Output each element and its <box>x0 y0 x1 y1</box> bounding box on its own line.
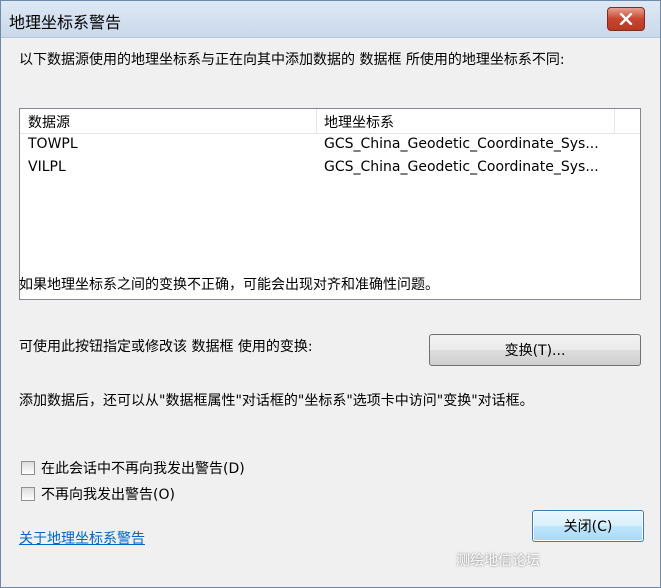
help-link[interactable]: 关于地理坐标系警告 <box>19 528 145 548</box>
transform-button-label: 变换(T)... <box>504 343 566 359</box>
dialog-body: 以下数据源使用的地理坐标系与正在向其中添加数据的 数据框 所使用的地理坐标系不同… <box>1 38 660 587</box>
close-button[interactable]: 关闭(C) <box>532 510 644 542</box>
cell-source: TOWPL <box>28 136 78 152</box>
transform-label: 可使用此按钮指定或修改该 数据框 使用的变换: <box>19 339 313 355</box>
intro-text: 以下数据源使用的地理坐标系与正在向其中添加数据的 数据框 所使用的地理坐标系不同… <box>19 52 565 68</box>
cell-gcs: GCS_China_Geodetic_Coordinate_Sys... <box>324 136 599 152</box>
window-title: 地理坐标系警告 <box>9 13 122 32</box>
close-window-button[interactable] <box>607 7 645 31</box>
table-row[interactable]: VILPL GCS_China_Geodetic_Coordinate_Sys.… <box>20 157 640 179</box>
watermark: 测绘地信论坛 <box>456 553 540 569</box>
checkbox-box[interactable] <box>21 487 35 501</box>
column-divider[interactable] <box>614 109 615 133</box>
dialog-window: 地理坐标系警告 以下数据源使用的地理坐标系与正在向其中添加数据的 数据框 所使用… <box>0 0 661 588</box>
close-button-label: 关闭(C) <box>563 519 613 535</box>
warning-text: 如果地理坐标系之间的变换不正确，可能会出现对齐和准确性问题。 <box>19 277 439 293</box>
checkbox-box[interactable] <box>21 461 35 475</box>
cell-gcs: GCS_China_Geodetic_Coordinate_Sys... <box>324 159 599 175</box>
list-header: 数据源 地理坐标系 <box>20 109 640 134</box>
cell-source: VILPL <box>28 159 66 175</box>
close-icon <box>619 13 633 25</box>
table-row[interactable]: TOWPL GCS_China_Geodetic_Coordinate_Sys.… <box>20 134 640 156</box>
column-divider[interactable] <box>316 109 317 133</box>
datasource-list[interactable]: 数据源 地理坐标系 TOWPL GCS_China_Geodetic_Coord… <box>19 108 641 300</box>
hint-text: 添加数据后，还可以从"数据框属性"对话框的"坐标系"选项卡中访问"变换"对话框。 <box>19 393 534 409</box>
checkbox-label: 在此会话中不再向我发出警告(D) <box>41 461 245 477</box>
column-header-source[interactable]: 数据源 <box>28 112 70 132</box>
transform-button[interactable]: 变换(T)... <box>429 334 641 366</box>
title-bar[interactable]: 地理坐标系警告 <box>1 1 660 38</box>
column-header-gcs[interactable]: 地理坐标系 <box>324 112 394 132</box>
checkbox-never-warn[interactable]: 不再向我发出警告(O) <box>21 484 175 504</box>
checkbox-session-no-warn[interactable]: 在此会话中不再向我发出警告(D) <box>21 458 245 478</box>
checkbox-label: 不再向我发出警告(O) <box>41 487 175 503</box>
